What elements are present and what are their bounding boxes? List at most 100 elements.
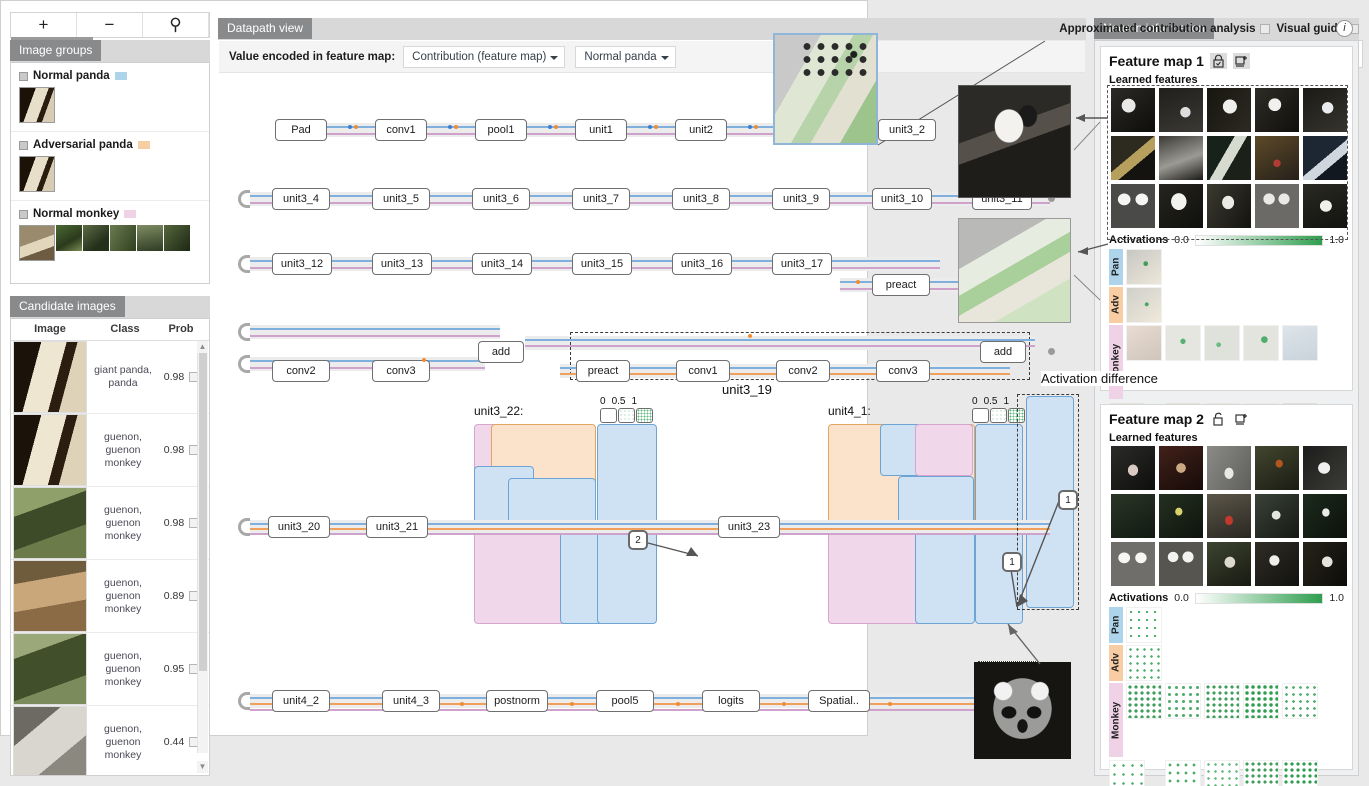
learned-feature-thumb[interactable] [1159, 494, 1203, 538]
learned-feature-thumb[interactable] [1207, 494, 1251, 538]
activation-thumb[interactable] [1204, 325, 1240, 361]
node-preact[interactable]: preact [872, 274, 930, 296]
thumbnail[interactable] [19, 87, 55, 123]
node-conv3-2[interactable]: conv3 [876, 360, 930, 382]
candidate-thumbnail[interactable] [13, 414, 87, 486]
learned-feature-thumb[interactable] [1255, 446, 1299, 490]
activation-thumb[interactable] [1165, 760, 1201, 786]
learned-feature-thumb[interactable] [1303, 542, 1347, 586]
node-unit3_8[interactable]: unit3_8 [672, 188, 730, 210]
learned-feature-thumb[interactable] [1111, 494, 1155, 538]
table-row[interactable]: guenon, guenon monkey 0.44 [11, 706, 209, 775]
node-add-left[interactable]: add [478, 341, 524, 363]
reset-zoom-icon[interactable]: ⚲ [143, 13, 209, 37]
table-row[interactable]: guenon, guenon monkey 0.95 [11, 633, 209, 706]
node-unit3_15[interactable]: unit3_15 [572, 253, 632, 275]
info-icon[interactable]: i [1336, 20, 1353, 37]
node-unit3_6[interactable]: unit3_6 [472, 188, 530, 210]
fm-left-badge[interactable]: 2 [628, 530, 648, 550]
node-conv3[interactable]: conv3 [372, 360, 430, 382]
candidate-thumbnail[interactable] [13, 487, 87, 559]
learned-feature-thumb[interactable] [1159, 446, 1203, 490]
learned-features-grid-2[interactable] [1101, 446, 1352, 590]
activation-thumb[interactable] [1126, 249, 1162, 285]
tab-datapath-view[interactable]: Datapath view [218, 18, 313, 39]
activation-thumb[interactable] [1165, 683, 1201, 719]
thumbnail[interactable] [19, 156, 55, 192]
node-unit3_12[interactable]: unit3_12 [272, 253, 332, 275]
node-unit3_4[interactable]: unit3_4 [272, 188, 330, 210]
node-unit3_20[interactable]: unit3_20 [268, 516, 330, 538]
activation-thumb[interactable] [1204, 760, 1240, 786]
activation-thumb[interactable] [1126, 683, 1162, 719]
activation-thumb[interactable] [1204, 683, 1240, 719]
encoding-select[interactable]: Contribution (feature map) [403, 45, 566, 68]
node-conv2[interactable]: conv2 [272, 360, 330, 382]
activation-heatmap-preview[interactable] [958, 218, 1071, 323]
approximated-contribution-analysis-toggle[interactable]: Approximated contribution analysis [1059, 23, 1271, 35]
fm-right-badge-outer[interactable]: 1 [1058, 490, 1078, 510]
node-unit4_3[interactable]: unit4_3 [382, 690, 440, 712]
node-unit3_23[interactable]: unit3_23 [718, 516, 780, 538]
image-group-row[interactable]: Adversarial panda [11, 132, 209, 201]
node-add-right[interactable]: add [980, 341, 1026, 363]
activation-thumb[interactable] [1126, 325, 1162, 361]
image-group-row[interactable]: Normal panda [11, 63, 209, 132]
image-group-row[interactable]: Normal monkey [11, 201, 209, 269]
pin-icon[interactable] [1232, 53, 1250, 69]
node-unit3_17[interactable]: unit3_17 [772, 253, 832, 275]
node-unit3_9[interactable]: unit3_9 [772, 188, 830, 210]
pin-icon[interactable] [1233, 411, 1250, 427]
activation-thumb[interactable] [1243, 760, 1279, 786]
tab-image-groups[interactable]: Image groups [10, 40, 102, 61]
node-unit3_2[interactable]: unit3_2 [878, 119, 936, 141]
zoom-out-button[interactable]: − [77, 13, 143, 37]
image-group-checkbox[interactable] [19, 71, 28, 81]
node-unit2[interactable]: unit2 [675, 119, 727, 141]
scrollbar-thumb[interactable] [199, 341, 207, 671]
lock-open-icon[interactable] [1210, 411, 1227, 427]
zoom-in-button[interactable]: + [11, 13, 77, 37]
candidate-thumbnail[interactable] [13, 560, 87, 632]
prediction-image-preview[interactable] [974, 662, 1071, 759]
activation-thumb[interactable] [1165, 325, 1201, 361]
zoom-toolbar[interactable]: + − ⚲ [10, 12, 210, 40]
node-logits[interactable]: logits [702, 690, 760, 712]
lock-closed-icon[interactable] [1209, 53, 1227, 69]
activation-thumb[interactable] [1243, 683, 1279, 719]
activation-thumb[interactable] [1282, 760, 1318, 786]
node-conv2-2[interactable]: conv2 [776, 360, 830, 382]
table-row[interactable]: guenon, guenon monkey 0.98 [11, 487, 209, 560]
image-group-checkbox[interactable] [19, 209, 28, 219]
node-conv1-2[interactable]: conv1 [676, 360, 730, 382]
image-group-select[interactable]: Normal panda [575, 45, 676, 68]
node-pool1[interactable]: pool1 [475, 119, 527, 141]
input-image-preview-panda[interactable] [958, 85, 1071, 198]
node-unit3_14[interactable]: unit3_14 [472, 253, 532, 275]
thumbnail[interactable] [56, 225, 82, 251]
thumbnail[interactable] [137, 225, 163, 251]
fm-right-badge-inner[interactable]: 1 [1002, 552, 1022, 572]
candidate-thumbnail[interactable] [13, 341, 87, 413]
learned-feature-thumb[interactable] [1111, 446, 1155, 490]
activation-thumb[interactable] [1109, 760, 1145, 786]
thumbnail[interactable] [164, 225, 190, 251]
learned-feature-thumb[interactable] [1159, 542, 1203, 586]
approximated-contribution-analysis-checkbox[interactable] [1260, 24, 1271, 34]
activation-thumb[interactable] [1126, 645, 1162, 681]
node-unit3_10[interactable]: unit3_10 [872, 188, 932, 210]
table-row[interactable]: guenon, guenon monkey 0.89 [11, 560, 209, 633]
node-unit3_13[interactable]: unit3_13 [372, 253, 432, 275]
thumbnail[interactable] [110, 225, 136, 251]
tab-candidate-images[interactable]: Candidate images [10, 296, 125, 317]
scroll-up-arrow[interactable]: ▲ [197, 341, 208, 353]
node-preact-2[interactable]: preact [576, 360, 630, 382]
thumbnail[interactable] [19, 225, 55, 261]
node-unit3_21[interactable]: unit3_21 [366, 516, 428, 538]
node-spatial[interactable]: Spatial.. [808, 690, 870, 712]
learned-feature-thumb[interactable] [1207, 446, 1251, 490]
learned-feature-thumb[interactable] [1111, 542, 1155, 586]
image-group-checkbox[interactable] [19, 140, 28, 150]
node-unit3_16[interactable]: unit3_16 [672, 253, 732, 275]
node-postnorm[interactable]: postnorm [486, 690, 548, 712]
